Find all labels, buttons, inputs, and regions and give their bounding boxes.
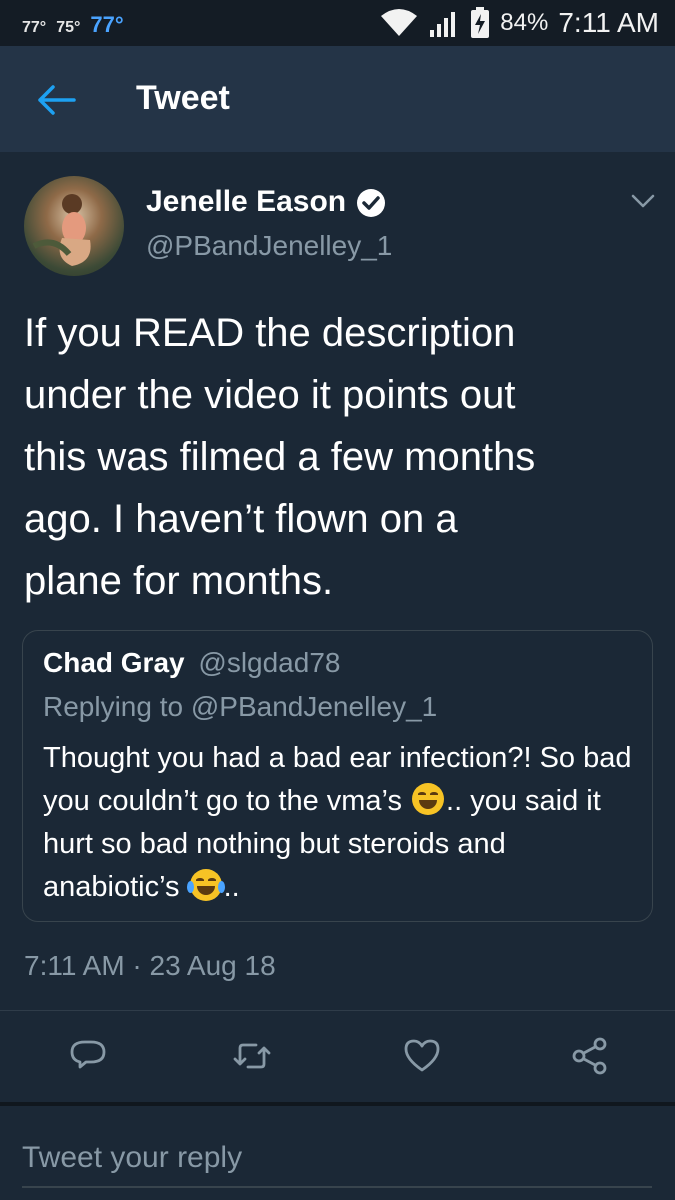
avatar-image xyxy=(32,194,91,266)
avatar[interactable] xyxy=(24,176,124,276)
reply-button[interactable] xyxy=(68,1036,108,1076)
quoted-tweet-text: Thought you had a bad ear infection?! So… xyxy=(43,737,633,909)
share-icon xyxy=(572,1037,607,1075)
like-button[interactable] xyxy=(402,1036,442,1076)
tears-of-joy-face-icon xyxy=(186,869,225,901)
quoted-author-handle: @slgdad78 xyxy=(198,647,341,678)
app-bar: Tweet xyxy=(0,46,675,152)
temp-reading-3: 77° xyxy=(90,12,124,37)
share-button[interactable] xyxy=(570,1036,610,1076)
retweet-icon xyxy=(233,1043,271,1069)
action-bar xyxy=(0,1020,675,1092)
signal-icon xyxy=(430,12,456,37)
tweet-timestamp: 7:11 AM · 23 Aug 18 xyxy=(24,950,276,981)
quoted-author-name: Chad Gray xyxy=(43,647,185,678)
author-name[interactable]: Jenelle Eason xyxy=(146,185,346,219)
temp-reading-1: 77° xyxy=(22,19,47,36)
status-icons: 84% 7:11 AM xyxy=(380,6,659,40)
grinning-squinting-face-icon xyxy=(412,783,445,815)
like-icon xyxy=(404,1039,440,1072)
verified-badge-icon xyxy=(357,189,385,217)
reply-icon xyxy=(70,1040,106,1069)
reply-composer xyxy=(0,1106,675,1200)
quoted-replying-to: Replying to @PBandJenelley_1 xyxy=(43,691,438,722)
tweet-text: If you READ the description under the vi… xyxy=(24,311,536,603)
author-handle[interactable]: @PBandJenelley_1 xyxy=(146,230,392,262)
battery-percent: 84% xyxy=(500,9,549,36)
quoted-tweet-header: Chad Gray @slgdad78 xyxy=(43,647,340,679)
reply-input[interactable] xyxy=(22,1130,652,1188)
temp-reading-2: 75° xyxy=(56,19,81,36)
chevron-down-icon[interactable] xyxy=(630,192,656,210)
arrow-left-icon[interactable] xyxy=(36,84,76,116)
quoted-tweet[interactable]: Chad Gray @slgdad78 Replying to @PBandJe… xyxy=(22,630,653,922)
status-bar: 77° 75° 77° 84% 7:11 AM xyxy=(0,0,675,46)
page-title: Tweet xyxy=(136,79,230,117)
wifi-icon xyxy=(381,9,418,36)
divider xyxy=(0,1010,675,1011)
weather-temps: 77° 75° 77° xyxy=(22,12,124,38)
quoted-text-part-3: .. xyxy=(223,871,240,903)
battery-charging-icon xyxy=(471,7,490,38)
status-time: 7:11 AM xyxy=(558,7,659,38)
retweet-button[interactable] xyxy=(232,1036,272,1076)
